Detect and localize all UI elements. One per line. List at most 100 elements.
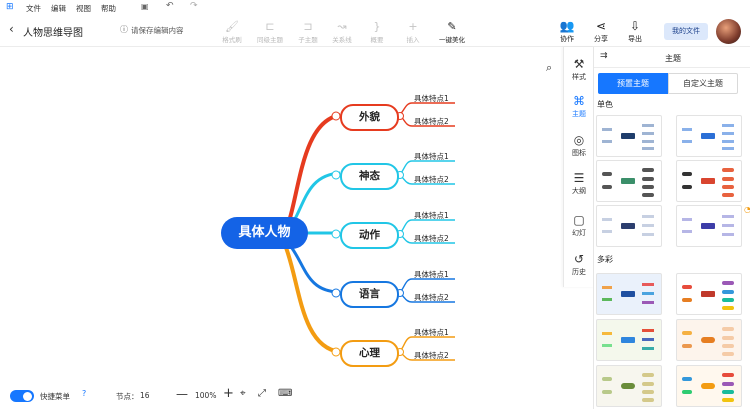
document-title[interactable]: 人物思维导图 (23, 24, 83, 39)
app-logo-icon: ⊞ (6, 2, 14, 12)
leaf-topic[interactable]: 具体特点2 (414, 292, 449, 303)
slides-icon: ▢ (573, 213, 585, 227)
sibling-topic-button[interactable]: ⊏ 同级主题 (250, 20, 290, 44)
summary-icon: } (373, 20, 381, 33)
section-mono: 单色 (597, 100, 613, 109)
insert-button[interactable]: + 插入 (393, 20, 433, 44)
summary-button[interactable]: } 概要 (357, 20, 397, 44)
theme-thumbnail[interactable] (596, 205, 662, 247)
back-icon[interactable]: ‹ (9, 22, 14, 36)
locate-icon[interactable]: ⌖ (240, 388, 246, 399)
theme-thumbnail[interactable] (676, 160, 742, 202)
leaf-topic[interactable]: 具体特点1 (414, 210, 449, 221)
keyboard-icon[interactable]: ⌨ (278, 388, 292, 399)
theme-thumbnail[interactable] (596, 319, 662, 361)
theme-preview (682, 327, 734, 356)
theme-thumbnail[interactable] (596, 115, 662, 157)
menu-bar: ⊞ 文件 编辑 视图 帮助 ▣ ↶ ↷ (0, 0, 750, 16)
mindmap-canvas[interactable]: 具体人物 外貌 神态 动作 语言 心理 具体特点1 具体特点2 具体特点1 具体… (0, 47, 563, 381)
zoom-in-icon[interactable]: + (223, 386, 234, 401)
theme-thumbnail[interactable] (676, 365, 742, 407)
save-icon[interactable]: ▣ (141, 2, 149, 11)
mindmap-connectors (283, 102, 455, 361)
save-notice: 请保存编辑内容 (131, 26, 184, 35)
outline-icon: ☰ (573, 171, 585, 185)
export-icon: ⇩ (629, 19, 641, 33)
leaf-topic[interactable]: 具体特点1 (414, 269, 449, 280)
theme-preview (602, 168, 654, 197)
section-multi: 多彩 (597, 255, 613, 264)
side-nav-outline[interactable]: ☰ 大纲 (564, 171, 594, 196)
people-icon: 👥 (559, 19, 575, 33)
root-topic[interactable]: 具体人物 (221, 217, 308, 249)
theme-thumbnail[interactable] (596, 160, 662, 202)
side-nav-icons[interactable]: ◎ 图标 (564, 133, 594, 158)
theme-preview (682, 124, 734, 150)
beautify-button[interactable]: ✎ 一键美化 (430, 20, 474, 44)
menu-help[interactable]: 帮助 (101, 3, 116, 14)
icon-library-icon: ◎ (573, 133, 585, 147)
theme-thumbnail[interactable] (676, 273, 742, 315)
leaf-topic[interactable]: 具体特点2 (414, 350, 449, 361)
share-button[interactable]: ⋖ 分享 (586, 19, 616, 44)
tooltip-marker-icon: ◔ (744, 205, 750, 214)
theme-preview (602, 373, 654, 402)
node-count-label: 节点： (116, 392, 139, 401)
zoom-out-icon[interactable]: — (176, 387, 188, 401)
format-painter-button[interactable]: 🖌 格式刷 (212, 20, 252, 44)
menu-edit[interactable]: 编辑 (51, 3, 66, 14)
info-icon: ⓘ (120, 25, 128, 34)
theme-preview (602, 215, 654, 236)
node-count: 16 (140, 391, 150, 400)
relation-line-icon: ↝ (337, 20, 347, 33)
avatar[interactable] (716, 19, 741, 44)
branch-topic[interactable]: 语言 (340, 281, 399, 308)
leaf-topic[interactable]: 具体特点2 (414, 233, 449, 244)
theme-thumbnail[interactable] (596, 273, 662, 315)
theme-preview (682, 215, 734, 236)
theme-thumbnail[interactable] (676, 319, 742, 361)
my-files-button[interactable]: 我的文件 (664, 23, 708, 40)
redo-icon[interactable]: ↷ (190, 1, 198, 11)
theme-thumbnail[interactable] (676, 115, 742, 157)
style-icon: ⚒ (573, 57, 585, 71)
branch-topic[interactable]: 动作 (340, 222, 399, 249)
search-icon[interactable]: ⌕ (546, 61, 552, 75)
quick-menu-toggle[interactable] (10, 390, 34, 402)
collapse-panel-icon[interactable]: ⇉ (600, 51, 608, 61)
leaf-topic[interactable]: 具体特点1 (414, 151, 449, 162)
panel-divider (594, 67, 750, 68)
help-icon[interactable]: ? (82, 389, 86, 398)
theme-preview (602, 329, 654, 350)
collaborate-button[interactable]: 👥 协作 (552, 19, 582, 44)
relation-line-button[interactable]: ↝ 关系线 (322, 20, 362, 44)
panel-title: 主题 (665, 54, 681, 63)
plus-icon: + (408, 20, 418, 33)
status-bar: 快捷菜单 ? 节点： 16 — 100% + ⌖ ⤢ ⌨ (0, 381, 593, 409)
tab-preset-themes[interactable]: 预置主题 (598, 73, 668, 94)
side-nav-style[interactable]: ⚒ 样式 (564, 57, 594, 82)
leaf-topic[interactable]: 具体特点1 (414, 93, 449, 104)
branch-topic[interactable]: 神态 (340, 163, 399, 190)
branch-topic[interactable]: 心理 (340, 340, 399, 367)
tab-custom-themes[interactable]: 自定义主题 (668, 73, 738, 94)
format-painter-icon: 🖌 (225, 20, 239, 33)
leaf-topic[interactable]: 具体特点2 (414, 116, 449, 127)
menu-file[interactable]: 文件 (26, 3, 41, 14)
theme-preview (682, 168, 734, 197)
title-bar: ‹ 人物思维导图 ⓘ 请保存编辑内容 🖌 格式刷 ⊏ 同级主题 ⊐ 子主题 ↝ 关系线 … (0, 16, 750, 47)
undo-icon[interactable]: ↶ (166, 1, 174, 11)
side-nav-slides[interactable]: ▢ 幻灯 (564, 213, 594, 238)
branch-topic[interactable]: 外貌 (340, 104, 399, 131)
theme-preview (682, 281, 734, 310)
fullscreen-icon[interactable]: ⤢ (258, 388, 266, 399)
side-nav-history[interactable]: ↺ 历史 (564, 252, 594, 277)
theme-thumbnail[interactable] (596, 365, 662, 407)
menu-view[interactable]: 视图 (76, 3, 91, 14)
leaf-topic[interactable]: 具体特点1 (414, 327, 449, 338)
sibling-topic-icon: ⊏ (265, 20, 275, 33)
theme-thumbnail[interactable] (676, 205, 742, 247)
leaf-topic[interactable]: 具体特点2 (414, 174, 449, 185)
side-nav-theme[interactable]: ⌘ 主题 (564, 94, 594, 119)
export-button[interactable]: ⇩ 导出 (620, 19, 650, 44)
